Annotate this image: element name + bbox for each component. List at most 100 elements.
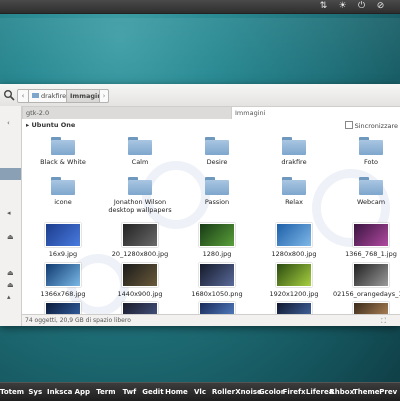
eject-icon[interactable]: ⏏ [7, 233, 14, 241]
image-item[interactable]: 1440x900.jpg [102, 263, 178, 298]
dock-item-app[interactable]: App [71, 383, 95, 401]
image-thumbnail [199, 263, 235, 287]
image-item[interactable] [25, 302, 101, 314]
checkbox-icon [344, 121, 353, 129]
dock-item-xnoise[interactable]: Xnoise [235, 383, 262, 401]
eject-icon[interactable]: ⏏ [7, 269, 14, 277]
dock-item-prev[interactable]: Prev [376, 383, 400, 401]
search-icon[interactable] [3, 89, 15, 101]
image-item[interactable]: 1280x800.jpg [256, 223, 332, 258]
item-label: 1366_768_1.jpg [345, 250, 397, 258]
toolbar: ‹ drakfire Immagini › [0, 84, 400, 107]
folder-icon [205, 177, 229, 195]
item-label: Relax [285, 198, 303, 206]
folder-item[interactable]: Jonathon Wilson desktop wallpapers [102, 177, 178, 214]
item-label: 1440x900.jpg [117, 290, 163, 298]
item-label: drakfire [281, 158, 307, 166]
dock-item-sys[interactable]: Sys [24, 383, 48, 401]
item-label: Foto [363, 158, 378, 166]
folder-item[interactable]: icone [25, 177, 101, 206]
folder-item[interactable]: Relax [256, 177, 332, 206]
image-item[interactable] [256, 302, 332, 314]
power-icon[interactable]: ⏻ [356, 1, 367, 12]
image-item[interactable] [102, 302, 178, 314]
image-item[interactable]: 1366x768.jpg [25, 263, 101, 298]
folder-icon [128, 177, 152, 195]
dock-item-totem[interactable]: Totem [0, 383, 24, 401]
folder-icon [51, 177, 75, 195]
item-label: 16x9.jpg [48, 250, 78, 258]
dock-item-gedit[interactable]: Gedit [141, 383, 165, 401]
image-thumbnail [199, 302, 235, 314]
folder-item[interactable]: Webcam [333, 177, 400, 206]
breadcrumb-drakfire[interactable]: drakfire [28, 89, 71, 103]
folder-icon [282, 137, 306, 155]
dock-item-twf[interactable]: Twf [118, 383, 142, 401]
folder-item[interactable]: drakfire [256, 137, 332, 166]
network-updown-icon[interactable]: ⇅ [318, 1, 329, 12]
home-folder-icon [32, 93, 39, 98]
item-label: Jonathon Wilson desktop wallpapers [108, 198, 172, 214]
status-text: 74 oggetti, 20,9 GB di spazio libero [25, 317, 131, 324]
folder-item[interactable]: Foto [333, 137, 400, 166]
folder-icon [205, 137, 229, 155]
desktop-wallpaper-highlight [0, 18, 400, 78]
dock-item-home[interactable]: Home [165, 383, 189, 401]
folder-item[interactable]: Black & White [25, 137, 101, 166]
image-item[interactable]: 02156_orangedays_1280x800.jpg [333, 263, 400, 298]
file-manager-window: ‹ drakfire Immagini › ‹ ◂ ⏏ ⏏ ⏏ ▴ gtk-2.… [0, 84, 400, 326]
file-view: ▸ Ubuntu One Sincronizzare Black & White… [22, 119, 400, 314]
scroll-up-icon[interactable]: ▴ [7, 293, 11, 301]
item-label: Webcam [356, 198, 386, 206]
dock-item-inksca[interactable]: Inksca [47, 383, 72, 401]
image-thumbnail [45, 223, 81, 247]
dock-item-vlc[interactable]: Vlc [188, 383, 212, 401]
breadcrumb-label: drakfire [41, 92, 67, 100]
forward-button[interactable]: › [99, 89, 109, 103]
item-label: Desire [206, 158, 228, 166]
dock-item-liferea[interactable]: Liferea [306, 383, 334, 401]
image-item[interactable] [333, 302, 400, 314]
image-item[interactable]: 1920x1200.jpg [256, 263, 332, 298]
image-thumbnail [353, 223, 389, 247]
top-panel: ⇅ ☀ ⏻ ⊘ [0, 0, 400, 14]
dock-item-rhbox[interactable]: Rhbox [329, 383, 354, 401]
image-item[interactable]: 1366_768_1.jpg [333, 223, 400, 258]
dock-item-roller[interactable]: Roller [212, 383, 236, 401]
sync-checkbox[interactable]: Sincronizzare [344, 121, 398, 130]
resize-icon[interactable]: ⛶ [381, 315, 386, 327]
tab-gtk-2-0[interactable]: gtk-2.0 [22, 106, 234, 120]
brightness-icon[interactable]: ☀ [337, 1, 348, 12]
image-thumbnail [45, 263, 81, 287]
item-label: 1366x768.jpg [40, 290, 86, 298]
arrow-left-icon[interactable]: ◂ [7, 209, 11, 217]
collapse-icon[interactable]: ‹ [7, 119, 10, 127]
places-header-ubuntu-one[interactable]: ▸ Ubuntu One [26, 121, 75, 129]
eject-icon[interactable]: ⏏ [7, 281, 14, 289]
image-item[interactable]: 1680x1050.png [179, 263, 255, 298]
item-label: 1680x1050.png [191, 290, 243, 298]
sidebar: ‹ ◂ ⏏ ⏏ ⏏ ▴ [0, 106, 22, 326]
image-item[interactable]: 16x9.jpg [25, 223, 101, 258]
tab-immagini[interactable]: Immagini [231, 106, 400, 120]
image-item[interactable]: 20_1280x800.jpg [102, 223, 178, 258]
image-item[interactable] [179, 302, 255, 314]
folder-icon [359, 137, 383, 155]
image-thumbnail [199, 223, 235, 247]
dock-item-term[interactable]: Term [94, 383, 118, 401]
folder-icon [359, 177, 383, 195]
dock-item-theme[interactable]: Theme [353, 383, 380, 401]
sidebar-item-selected[interactable] [0, 168, 21, 180]
item-label: 1280x800.jpg [271, 250, 317, 258]
folder-item[interactable]: Calm [102, 137, 178, 166]
no-entry-icon[interactable]: ⊘ [375, 1, 386, 12]
image-thumbnail [122, 263, 158, 287]
image-item[interactable]: 1280.jpg [179, 223, 255, 258]
folder-icon [51, 137, 75, 155]
folder-item[interactable]: Passion [179, 177, 255, 206]
dock-item-gcolor[interactable]: Gcolor [259, 383, 284, 401]
folder-item[interactable]: Desire [179, 137, 255, 166]
item-label: Black & White [40, 158, 86, 166]
status-bar: 74 oggetti, 20,9 GB di spazio libero ⛶ [22, 314, 400, 326]
dock-item-firefx[interactable]: Firefx [282, 383, 306, 401]
